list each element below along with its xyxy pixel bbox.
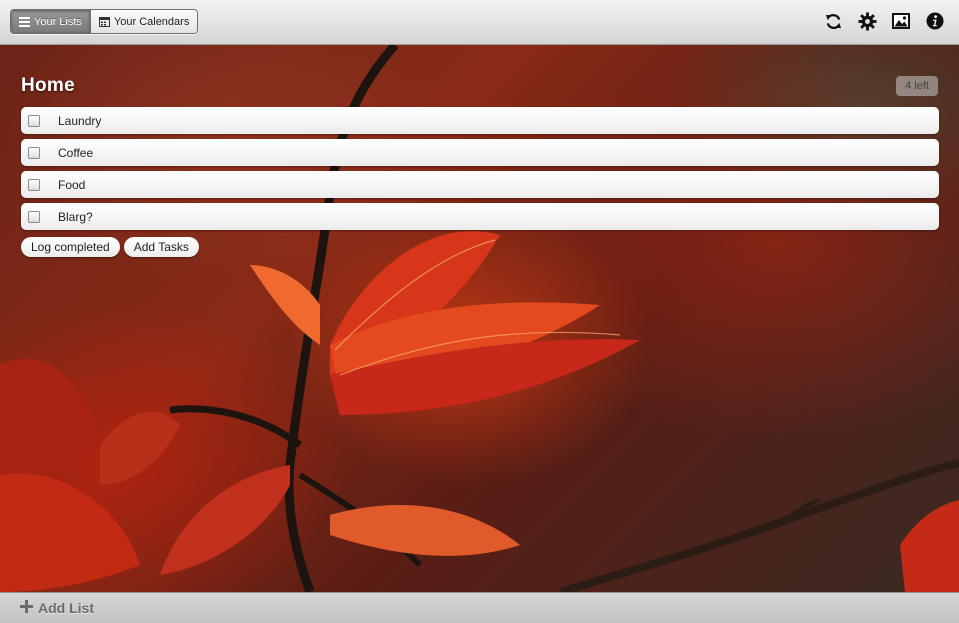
task-checkbox[interactable] [28,146,40,159]
tab-your-lists-label: Your Lists [34,15,82,28]
tab-your-lists[interactable]: Your Lists [11,10,91,33]
task-label: Coffee [58,145,94,160]
task-item[interactable]: Blarg? [21,203,939,230]
view-switcher: Your Lists Your Calendars [10,9,199,34]
sync-icon[interactable] [823,11,843,31]
add-list-button[interactable]: Add List [20,600,94,616]
tab-your-calendars[interactable]: Your Calendars [90,10,198,33]
log-completed-button[interactable]: Log completed [21,237,120,257]
add-tasks-button[interactable]: Add Tasks [123,237,199,257]
task-item[interactable]: Laundry [21,107,939,134]
task-checkbox[interactable] [28,114,40,127]
add-list-label: Add List [38,600,94,616]
toolbar-actions [823,11,945,31]
task-checkbox[interactable] [28,178,40,191]
task-item[interactable]: Coffee [21,139,939,166]
task-label: Blarg? [58,209,93,224]
task-label: Laundry [58,113,102,128]
plus-icon [20,600,33,616]
gear-icon[interactable] [857,11,877,31]
task-checkbox[interactable] [28,210,40,223]
list-title: Home [21,75,75,96]
bottom-bar: Add List [0,592,959,623]
list-actions: Log completed Add Tasks [21,237,199,257]
tab-your-calendars-label: Your Calendars [113,15,190,28]
tasks-left-badge: 4 left [896,76,938,96]
task-list: Laundry Coffee Food Blarg? [21,107,939,235]
list-icon [19,16,30,27]
top-toolbar: Your Lists Your Calendars [0,0,959,45]
calendar-icon [98,16,110,27]
info-icon[interactable] [925,11,945,31]
image-icon[interactable] [891,11,911,31]
task-item[interactable]: Food [21,171,939,198]
task-label: Food [58,177,86,192]
